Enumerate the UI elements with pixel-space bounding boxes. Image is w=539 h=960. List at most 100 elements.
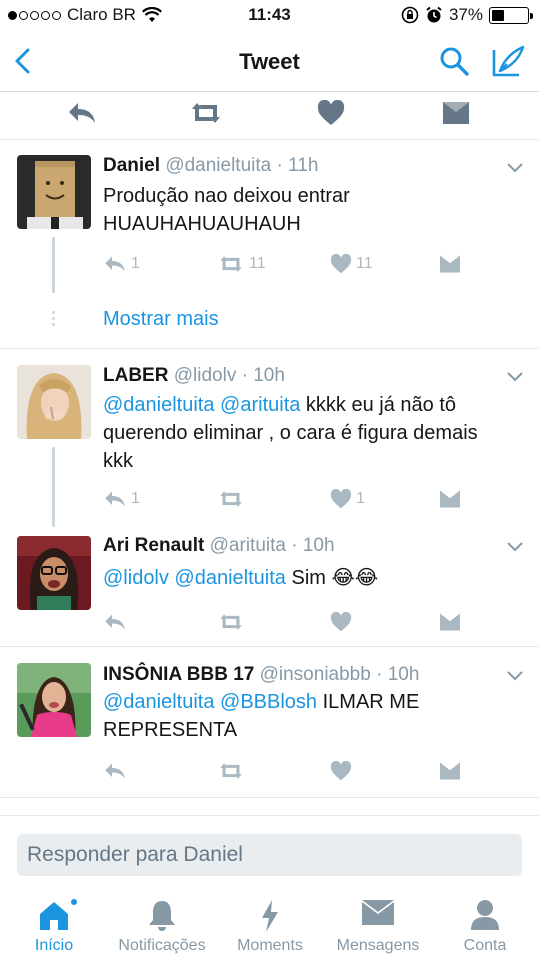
avatar[interactable] [17,536,91,610]
search-icon[interactable] [437,44,471,78]
retweet-action[interactable] [217,761,245,781]
envelope-icon [362,900,394,925]
reply-action[interactable] [103,761,127,781]
tweet-text: @danieltuita @BBBlosh ILMAR ME REPRESENT… [103,688,483,744]
reply-icon [105,614,125,630]
tab-label: Moments [237,937,303,954]
tweet-mentions[interactable]: @lidolv @danieltuita [103,567,286,589]
like-heart-icon [330,489,352,509]
tweet-handle[interactable]: @arituita [210,535,286,556]
avatar[interactable] [17,155,91,229]
tab-conta[interactable]: Conta [431,888,539,960]
status-bar: Claro BR 11:43 37% [0,0,539,30]
tab-label: Mensagens [336,937,420,954]
dm-action[interactable] [439,612,461,632]
tweet-time: · 10h [241,365,285,386]
retweet-count: 11 [249,255,266,272]
tweet-author-name[interactable]: Ari Renault [103,535,204,556]
battery-icon [489,6,533,24]
direct-message-icon [440,490,460,508]
retweet-icon [220,491,242,507]
reply-bar [0,815,539,881]
avatar[interactable] [17,663,91,737]
more-dots-icon [52,311,55,329]
battery-percent: 37% [448,5,483,24]
chevron-down-icon[interactable] [507,542,523,552]
like-action[interactable] [330,612,352,632]
like-action[interactable]: 1 [330,489,365,509]
chevron-down-icon[interactable] [507,671,523,681]
direct-message-icon [440,762,460,780]
blonde-woman-avatar-icon [17,365,91,439]
tweet-mentions[interactable]: @danieltuita @BBBlosh [103,691,317,713]
main-tweet-actions [0,92,539,140]
like-heart-icon [330,612,352,632]
tweet-header: INSÔNIA BBB 17 @insoniabbb · 10h [103,664,419,686]
divider [0,348,539,349]
tweet-author-name[interactable]: Daniel [103,155,160,176]
dm-action[interactable] [439,761,461,781]
orientation-lock-icon [401,6,419,24]
retweet-icon [220,763,242,779]
tab-notificacoes[interactable]: Notificações [108,888,216,960]
tweet-time: · 11h [276,155,319,176]
tab-inicio[interactable]: Início [0,888,108,960]
retweet-action[interactable]: 11 [217,254,266,274]
retweet-icon [220,614,242,630]
tweet-text: @lidolv @danieltuita Sim 😂😂 [103,564,523,592]
paper-bag-avatar-icon [17,155,91,229]
like-count: 11 [356,255,373,272]
battery-fill [492,9,504,21]
tweet-handle[interactable]: @lidolv [174,365,237,386]
home-icon [40,902,68,930]
reply-action[interactable] [103,612,127,632]
dm-action[interactable] [439,489,461,509]
reply-icon [105,763,125,779]
tweet-mentions[interactable]: @danieltuita @arituita [103,394,300,416]
woman-pink-avatar-icon [17,663,91,737]
chevron-down-icon[interactable] [507,163,523,173]
like-action[interactable] [330,761,352,781]
tab-bar: Início Notificações Moments Mensagens Co… [0,888,539,960]
retweet-action[interactable] [217,489,245,509]
tweet-handle[interactable]: @danieltuita [165,155,271,176]
show-more-link[interactable]: Mostrar mais [103,308,219,331]
dm-action[interactable] [439,254,461,274]
tweet-actions [103,761,463,785]
direct-message-icon[interactable] [442,100,470,126]
reply-icon[interactable] [66,100,98,126]
reply-count: 1 [131,255,140,272]
reply-icon [105,256,125,272]
like-action[interactable]: 11 [330,254,373,274]
tab-mensagens[interactable]: Mensagens [324,888,432,960]
reply-action[interactable]: 1 [103,489,140,509]
tweet-author-name[interactable]: LABER [103,365,168,386]
divider [0,797,539,798]
reply-action[interactable]: 1 [103,254,140,274]
direct-message-icon [440,255,460,273]
bell-icon [149,901,175,931]
nav-bar: Tweet [0,30,539,92]
compose-icon[interactable] [490,44,526,78]
divider [0,646,539,647]
new-content-dot [70,898,78,906]
tweet-header: Daniel @danieltuita · 11h [103,155,318,177]
tweet-header: Ari Renault @arituita · 10h [103,535,335,557]
reply-count: 1 [131,490,140,507]
avatar[interactable] [17,365,91,439]
retweet-icon[interactable] [188,100,224,126]
person-icon [471,900,499,930]
retweet-action[interactable] [217,612,245,632]
lightning-icon [262,900,278,932]
tab-moments[interactable]: Moments [216,888,324,960]
status-right: 37% [401,5,533,25]
alarm-icon [426,6,442,23]
like-heart-icon [330,254,352,274]
tweet-handle[interactable]: @insoniabbb [260,664,371,685]
like-heart-icon[interactable] [317,100,345,126]
like-count: 1 [356,490,365,507]
tweet-header: LABER @lidolv · 10h [103,365,285,387]
reply-input[interactable] [17,834,522,876]
chevron-down-icon[interactable] [507,372,523,382]
tweet-author-name[interactable]: INSÔNIA BBB 17 [103,664,254,685]
